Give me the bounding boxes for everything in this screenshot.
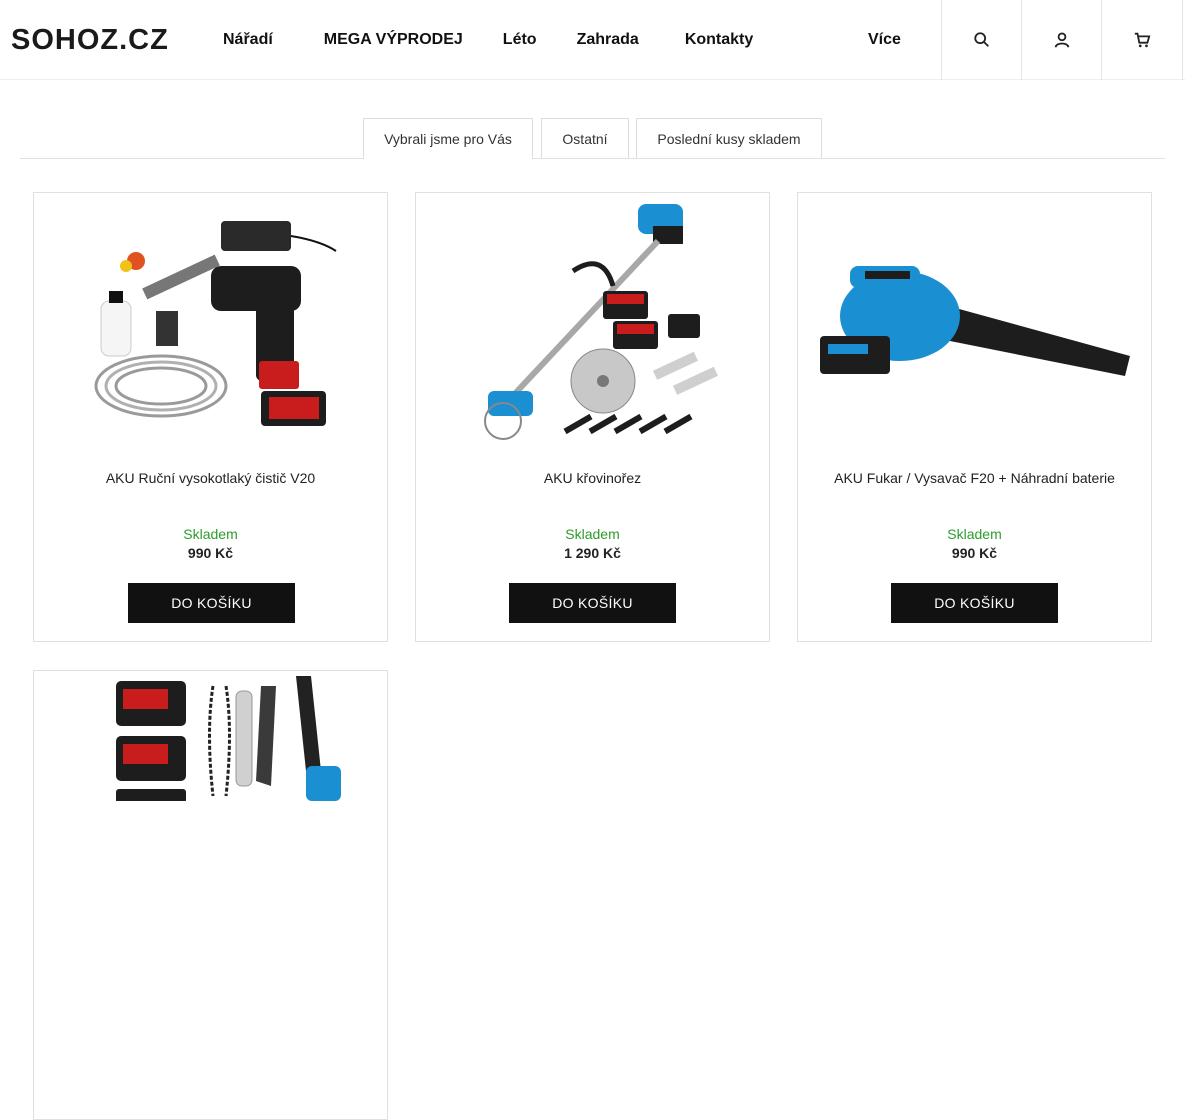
product-name[interactable]: AKU Ruční vysokotlaký čistič V20	[44, 469, 377, 487]
nav-label: Nářadí	[223, 31, 273, 48]
nav-label: Léto	[502, 31, 537, 48]
brush-cutter-image	[483, 203, 718, 440]
stock-status: Skladem	[947, 526, 1002, 542]
product-image-brush-cutter[interactable]	[416, 193, 769, 448]
chainsaw-image	[115, 676, 341, 801]
product-price: 990 Kč	[187, 545, 234, 561]
account-button[interactable]	[1021, 0, 1101, 80]
tab-label: Ostatní	[562, 130, 608, 147]
pressure-washer-image	[94, 220, 337, 426]
cart-icon	[1134, 32, 1150, 48]
add-to-cart-button[interactable]: DO KOŠÍKU	[509, 583, 676, 623]
site-logo[interactable]: SOHOZ.CZ	[11, 24, 169, 57]
tabs-divider	[20, 158, 1165, 159]
product-image-chainsaw[interactable]	[34, 671, 387, 801]
search-button[interactable]	[941, 0, 1021, 80]
product-name[interactable]: AKU Fukar / Vysavač F20 + Náhradní bater…	[808, 469, 1141, 487]
add-to-cart-button[interactable]: DO KOŠÍKU	[128, 583, 295, 623]
nav-item-leto[interactable]: Léto	[483, 0, 557, 80]
product-card: AKU Fukar / Vysavač F20 + Náhradní bater…	[797, 192, 1152, 642]
product-card: AKU Ruční vysokotlaký čistič V20 Skladem…	[33, 192, 388, 642]
tab-label: Poslední kusy skladem	[657, 130, 801, 147]
product-name[interactable]: AKU křovinořez	[426, 469, 759, 487]
nav-label: Kontakty	[684, 31, 754, 48]
tab-label: Vybrali jsme pro Vás	[384, 131, 512, 147]
stock-status: Skladem	[565, 526, 620, 542]
product-image-pressure-washer[interactable]	[34, 193, 387, 448]
search-icon	[973, 32, 989, 47]
cart-button[interactable]	[1101, 0, 1181, 80]
nav-item-naradi[interactable]: Nářadí	[203, 0, 299, 80]
product-card: AKU křovinořez Skladem 1 290 Kč DO KOŠÍK…	[415, 192, 770, 642]
product-image-blower[interactable]	[798, 193, 1151, 448]
tab-ostatni[interactable]: Ostatní	[541, 118, 629, 158]
header-edge	[1182, 0, 1185, 80]
main-nav: Nářadí MEGA VÝPRODEJ Léto Zahrada Kontak…	[203, 0, 773, 80]
tab-posledni-kusy[interactable]: Poslední kusy skladem	[636, 118, 822, 158]
nav-item-kontakty[interactable]: Kontakty	[665, 0, 773, 80]
add-to-cart-button[interactable]: DO KOŠÍKU	[891, 583, 1058, 623]
nav-item-zahrada[interactable]: Zahrada	[557, 0, 665, 80]
nav-item-mega-vyprodej[interactable]: MEGA VÝPRODEJ	[299, 0, 483, 80]
blower-image	[819, 265, 1130, 376]
tab-vybrali-jsme[interactable]: Vybrali jsme pro Vás	[363, 118, 533, 159]
product-price: 990 Kč	[951, 545, 998, 561]
nav-more[interactable]: Více	[848, 0, 927, 80]
product-card	[33, 670, 388, 1120]
nav-label: MEGA VÝPRODEJ	[323, 31, 463, 48]
nav-more-label: Více	[868, 31, 901, 48]
logo-text: SOHOZ.CZ	[11, 24, 169, 56]
user-icon	[1054, 32, 1069, 48]
nav-label: Zahrada	[576, 31, 639, 48]
site-header: SOHOZ.CZ Nářadí MEGA VÝPRODEJ Léto Zahra…	[0, 0, 1185, 80]
stock-status: Skladem	[183, 526, 238, 542]
product-price: 1 290 Kč	[564, 545, 621, 561]
